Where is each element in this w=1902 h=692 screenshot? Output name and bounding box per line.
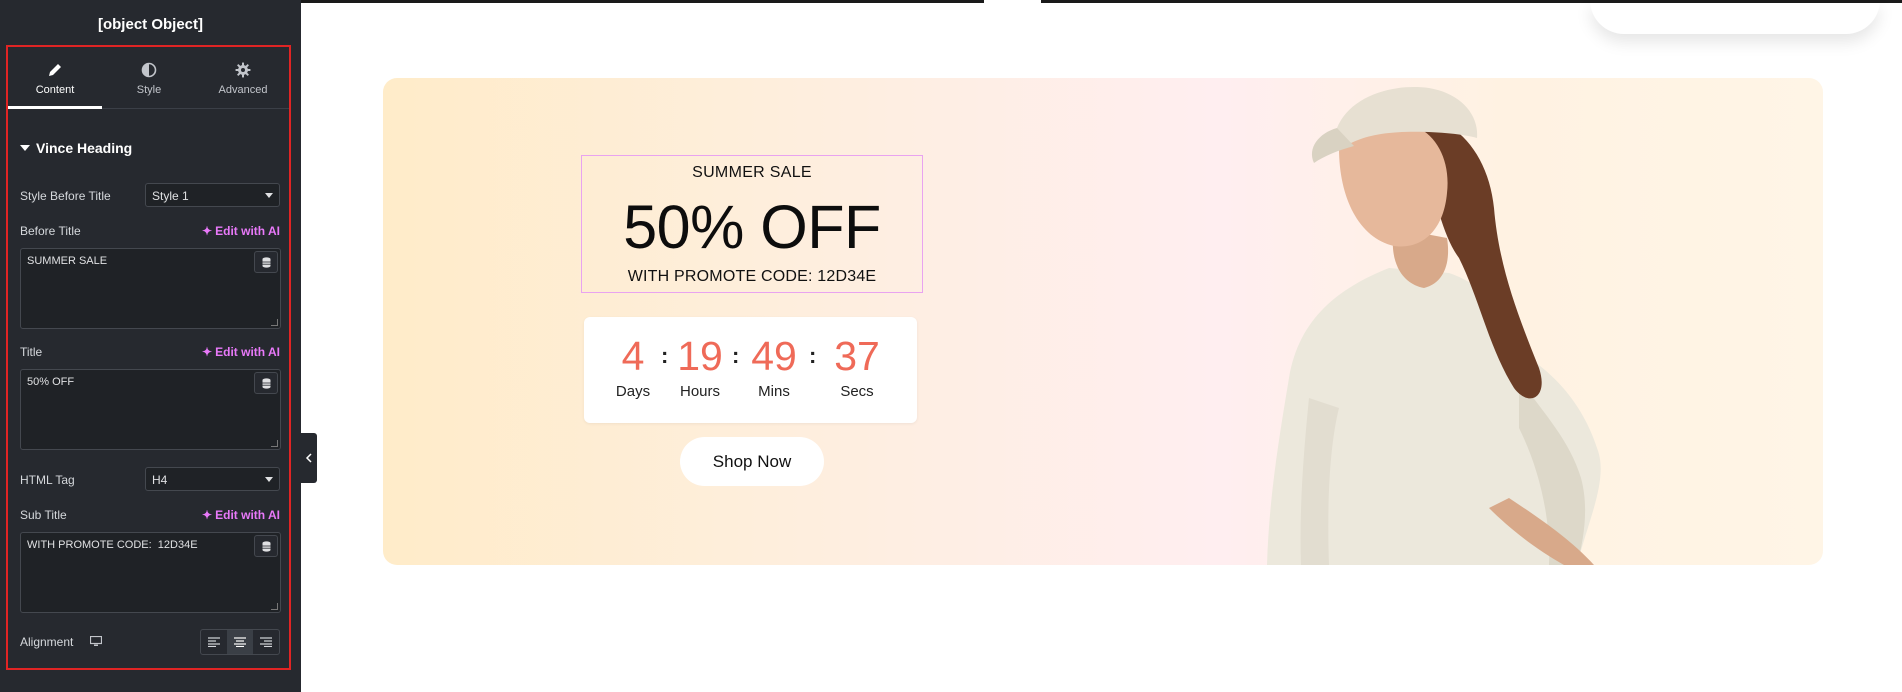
countdown-separator: : [809, 343, 817, 368]
align-right-button[interactable] [253, 630, 279, 654]
countdown-mins: 49 Mins [744, 333, 804, 400]
sub-title-value: WITH PROMOTE CODE: 12D34E [27, 539, 198, 551]
countdown-mins-label: Mins [758, 383, 790, 400]
style-before-title-value: Style 1 [152, 189, 189, 203]
countdown-days-value: 4 [621, 333, 645, 379]
database-icon [262, 257, 270, 268]
countdown-days: 4 Days [603, 333, 663, 400]
tab-content[interactable]: Content [8, 48, 102, 109]
countdown-hours-label: Hours [679, 383, 720, 400]
html-tag-value: H4 [152, 473, 168, 487]
title-label: Title [20, 345, 43, 359]
before-title-label: Before Title [20, 224, 81, 238]
tab-style-label: Style [136, 84, 162, 96]
gear-icon [235, 62, 251, 78]
html-tag-label: HTML Tag [20, 473, 75, 487]
countdown-secs-label: Secs [840, 383, 874, 400]
resize-handle[interactable] [271, 603, 278, 610]
countdown-mins-value: 49 [751, 333, 797, 379]
dynamic-tags-button[interactable] [254, 372, 278, 394]
before-title-edit-ai-label: Edit with AI [215, 224, 280, 238]
panel-tabs: Content Style Advanced [8, 48, 291, 109]
style-before-title-label: Style Before Title [20, 189, 111, 203]
database-icon [262, 378, 270, 389]
html-tag-select[interactable]: H4 [145, 467, 280, 491]
chevron-down-icon [265, 193, 273, 198]
title-edit-ai-label: Edit with AI [215, 345, 280, 359]
align-right-icon [260, 637, 272, 647]
alignment-label: Alignment [20, 635, 74, 649]
tab-advanced-label: Advanced [218, 84, 268, 96]
chevron-left-icon [305, 453, 312, 463]
ai-sparkle-icon: ✦ [202, 224, 213, 238]
collapse-panel-button[interactable] [301, 433, 317, 483]
tab-advanced[interactable]: Advanced [196, 48, 290, 108]
align-left-button[interactable] [201, 630, 227, 654]
countdown-separator: : [661, 343, 669, 368]
before-title-edit-ai-link[interactable]: ✦ Edit with AI [202, 224, 280, 238]
title-value: 50% OFF [27, 376, 75, 388]
top-border-left [301, 0, 984, 3]
desktop-icon[interactable] [90, 636, 102, 647]
sub-title-textarea[interactable]: WITH PROMOTE CODE: 12D34E [20, 532, 281, 613]
section-title-label: Vince Heading [36, 140, 133, 156]
database-icon [262, 541, 270, 552]
section-toggle-vince-heading[interactable]: Vince Heading [20, 140, 132, 156]
sub-title-edit-ai-link[interactable]: ✦ Edit with AI [202, 508, 280, 522]
banner-sub-title: WITH PROMOTE CODE: 12D34E [627, 268, 877, 285]
title-edit-ai-link[interactable]: ✦ Edit with AI [202, 345, 280, 359]
tab-content-label: Content [35, 84, 75, 96]
countdown-separator: : [732, 343, 740, 368]
countdown-timer: 4 Days : 19 Hours : 49 Mins : 37 Secs [584, 317, 917, 423]
contrast-icon [141, 62, 157, 78]
sub-title-label: Sub Title [20, 508, 67, 522]
before-title-textarea[interactable]: SUMMER SALE [20, 248, 281, 329]
chevron-down-icon [265, 477, 273, 482]
countdown-days-label: Days [615, 383, 651, 400]
tab-style[interactable]: Style [102, 48, 196, 108]
before-title-value: SUMMER SALE [27, 255, 108, 267]
shop-now-button[interactable]: Shop Now [680, 437, 824, 486]
caret-down-icon [20, 145, 30, 151]
ai-sparkle-icon: ✦ [202, 508, 213, 522]
header-shadow [1590, 0, 1880, 34]
title-textarea[interactable]: 50% OFF [20, 369, 281, 450]
editor-panel: [object Object] Content Style Advanced V… [0, 0, 301, 692]
heading-widget[interactable]: SUMMER SALE 50% OFF WITH PROMOTE CODE: 1… [581, 155, 923, 293]
banner-before-title: SUMMER SALE [692, 164, 812, 181]
banner-title: 50% OFF [623, 193, 881, 261]
sub-title-edit-ai-label: Edit with AI [215, 508, 280, 522]
style-before-title-select[interactable]: Style 1 [145, 183, 280, 207]
align-center-icon [234, 637, 246, 647]
alignment-control [200, 629, 280, 655]
pencil-icon [49, 64, 61, 76]
panel-title: [object Object] [97, 16, 203, 33]
dynamic-tags-button[interactable] [254, 535, 278, 557]
countdown-hours: 19 Hours [670, 333, 730, 400]
dynamic-tags-button[interactable] [254, 251, 278, 273]
countdown-secs: 37 Secs [827, 333, 887, 400]
align-center-button[interactable] [227, 630, 253, 654]
resize-handle[interactable] [271, 440, 278, 447]
model-photo [1267, 87, 1601, 565]
align-left-icon [208, 637, 220, 647]
countdown-hours-value: 19 [677, 333, 723, 379]
resize-handle[interactable] [271, 319, 278, 326]
ai-sparkle-icon: ✦ [202, 345, 213, 359]
countdown-secs-value: 37 [834, 333, 880, 379]
